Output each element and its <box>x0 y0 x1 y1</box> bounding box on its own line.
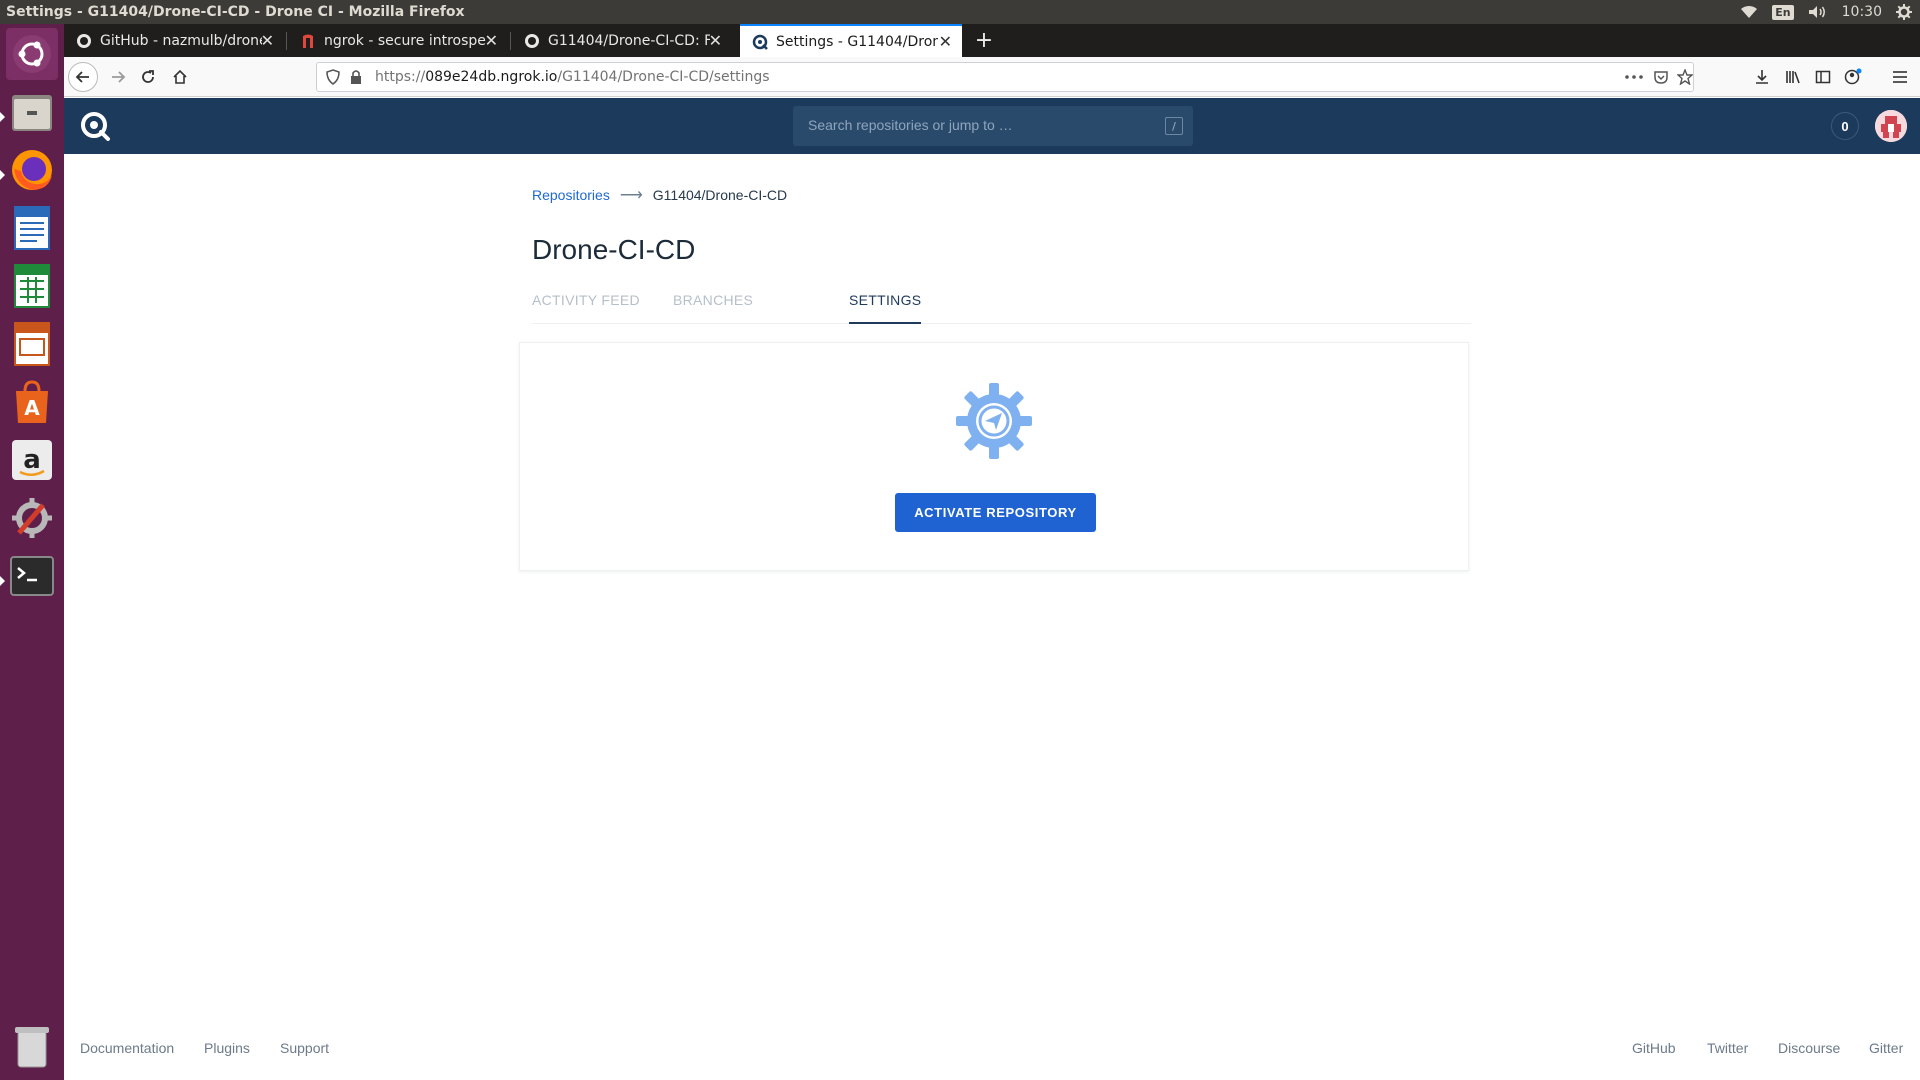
system-settings-icon[interactable] <box>6 492 58 544</box>
libreoffice-calc-icon[interactable] <box>6 260 58 312</box>
menu-icon[interactable] <box>1886 63 1914 91</box>
main-content: Repositories ⟶ G11404/Drone-CI-CD Drone-… <box>64 154 1920 1080</box>
activate-repository-card: ACTIVATE REPOSITORY <box>519 342 1469 571</box>
page-title: Drone-CI-CD <box>532 234 696 265</box>
browser-tab-active[interactable]: Settings - G11404/Drone ✕ <box>740 24 962 57</box>
tab-title: GitHub - nazmulb/drone <box>100 32 262 49</box>
trash-icon[interactable] <box>6 1020 58 1072</box>
gear-icon[interactable] <box>1896 4 1912 20</box>
lock-icon[interactable] <box>349 69 363 85</box>
footer-support-link[interactable]: Support <box>280 1040 329 1056</box>
account-icon[interactable] <box>1839 63 1867 91</box>
back-button[interactable] <box>68 62 98 92</box>
reload-button[interactable] <box>134 63 162 91</box>
tab-separator <box>510 32 511 50</box>
forward-button[interactable] <box>104 63 132 91</box>
drone-icon <box>752 34 768 50</box>
github-icon <box>524 33 540 49</box>
breadcrumb-repositories-link[interactable]: Repositories <box>532 187 610 203</box>
libreoffice-writer-icon[interactable] <box>6 202 58 254</box>
volume-icon[interactable] <box>1808 5 1828 19</box>
footer: Documentation Plugins Support GitHub Twi… <box>64 1040 1920 1064</box>
breadcrumb-current: G11404/Drone-CI-CD <box>652 187 788 203</box>
tab-title: G11404/Drone-CI-CD: Fc <box>548 32 710 49</box>
tab-activity-feed[interactable]: ACTIVITY FEED <box>532 292 640 324</box>
activate-repository-button[interactable]: ACTIVATE REPOSITORY <box>895 493 1096 532</box>
bookmark-star-icon[interactable] <box>1677 69 1693 85</box>
system-indicators: En 10:30 <box>1740 0 1912 24</box>
keyboard-layout-indicator[interactable]: En <box>1772 4 1794 20</box>
avatar[interactable] <box>1875 110 1907 142</box>
downloads-icon[interactable] <box>1748 63 1776 91</box>
close-tab-icon[interactable]: ✕ <box>485 31 498 50</box>
library-icon[interactable] <box>1779 63 1807 91</box>
firefox-icon[interactable] <box>6 144 58 196</box>
browser-tab[interactable]: ngrok - secure introspec ✕ <box>288 24 508 57</box>
search-placeholder: Search repositories or jump to … <box>808 117 1013 133</box>
search-input[interactable]: Search repositories or jump to … / <box>793 106 1193 146</box>
tab-title: Settings - G11404/Drone <box>776 33 938 50</box>
arrow-left-icon <box>75 71 89 83</box>
browser-tab-strip: GitHub - nazmulb/drone ✕ ngrok - secure … <box>64 24 1920 57</box>
home-icon <box>173 69 187 84</box>
page-actions-icon[interactable] <box>1625 75 1643 79</box>
url-bar[interactable]: https://089e24db.ngrok.io/G11404/Drone-C… <box>316 62 1694 92</box>
close-tab-icon[interactable]: ✕ <box>709 31 722 50</box>
close-tab-icon[interactable]: ✕ <box>261 31 274 50</box>
footer-github-link[interactable]: GitHub <box>1632 1040 1676 1056</box>
gear-icon <box>954 381 1034 461</box>
browser-toolbar: https://089e24db.ngrok.io/G11404/Drone-C… <box>64 57 1920 97</box>
notification-count-badge[interactable]: 0 <box>1831 112 1859 140</box>
clock[interactable]: 10:30 <box>1842 4 1882 20</box>
ubuntu-launcher: A a <box>0 24 64 1080</box>
footer-documentation-link[interactable]: Documentation <box>80 1040 174 1056</box>
footer-plugins-link[interactable]: Plugins <box>204 1040 250 1056</box>
breadcrumb: Repositories ⟶ G11404/Drone-CI-CD <box>532 185 787 205</box>
new-tab-button[interactable]: + <box>967 24 1001 57</box>
browser-tab[interactable]: G11404/Drone-CI-CD: Fc ✕ <box>512 24 732 57</box>
arrow-right-icon: ⟶ <box>619 187 643 204</box>
pocket-icon[interactable] <box>1653 69 1669 85</box>
github-icon <box>76 33 92 49</box>
close-tab-icon[interactable]: ✕ <box>939 32 952 51</box>
system-top-panel: Settings - G11404/Drone-CI-CD - Drone CI… <box>0 0 1920 24</box>
browser-tab[interactable]: GitHub - nazmulb/drone ✕ <box>64 24 284 57</box>
window-title: Settings - G11404/Drone-CI-CD - Drone CI… <box>6 4 465 20</box>
terminal-icon[interactable] <box>6 550 58 602</box>
ubuntu-dash-icon[interactable] <box>6 28 58 80</box>
svg-text:a: a <box>23 445 41 475</box>
tab-settings[interactable]: SETTINGS <box>849 292 922 324</box>
repo-tabs: ACTIVITY FEED BRANCHES SETTINGS <box>532 292 1471 324</box>
ngrok-icon <box>300 33 316 49</box>
wifi-icon[interactable] <box>1740 5 1758 19</box>
amazon-icon[interactable]: a <box>6 434 58 486</box>
search-shortcut-key: / <box>1165 117 1183 135</box>
files-icon[interactable] <box>6 86 58 138</box>
footer-gitter-link[interactable]: Gitter <box>1869 1040 1903 1056</box>
home-button[interactable] <box>166 63 194 91</box>
tab-branches[interactable]: BRANCHES <box>673 292 753 324</box>
footer-twitter-link[interactable]: Twitter <box>1707 1040 1748 1056</box>
drone-logo-icon[interactable] <box>79 110 111 142</box>
tab-separator <box>286 32 287 50</box>
url-text[interactable]: https://089e24db.ngrok.io/G11404/Drone-C… <box>375 69 770 85</box>
footer-discourse-link[interactable]: Discourse <box>1778 1040 1840 1056</box>
ubuntu-software-icon[interactable]: A <box>6 376 58 428</box>
sidebar-icon[interactable] <box>1809 63 1837 91</box>
tracking-protection-icon[interactable] <box>325 69 341 85</box>
arrow-right-icon <box>112 71 126 83</box>
app-header: Search repositories or jump to … / 0 <box>64 98 1920 154</box>
tab-title: ngrok - secure introspec <box>324 32 486 49</box>
svg-text:A: A <box>24 396 40 420</box>
libreoffice-impress-icon[interactable] <box>6 318 58 370</box>
reload-icon <box>142 70 154 83</box>
